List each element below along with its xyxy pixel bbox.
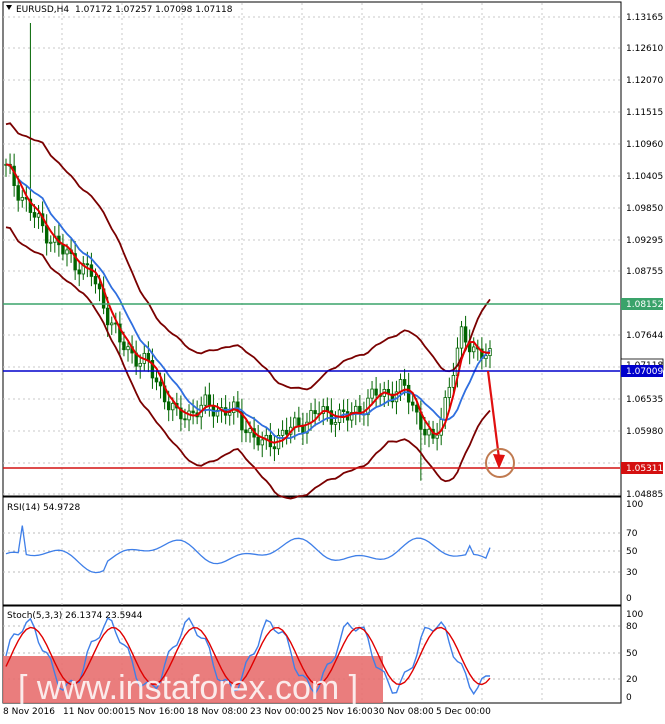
candle-body bbox=[16, 185, 20, 201]
candle-body bbox=[427, 428, 431, 436]
price-tick: 1.04885 bbox=[626, 490, 663, 500]
candle-body bbox=[451, 374, 456, 388]
time-label: 25 Nov 16:00 bbox=[312, 707, 373, 717]
candle-body bbox=[313, 410, 317, 415]
rsi-title: RSI(14) 54.9728 bbox=[7, 503, 80, 513]
price-tick: 1.11515 bbox=[626, 108, 663, 118]
candle-body bbox=[244, 429, 248, 434]
candle-body bbox=[110, 322, 114, 326]
price-tick: 1.07644 bbox=[626, 331, 663, 341]
candle-body bbox=[333, 422, 338, 425]
rsi-tick: 100 bbox=[626, 500, 643, 510]
candle-body bbox=[463, 326, 468, 343]
symbol-label: EURUSD,H4 bbox=[16, 5, 69, 15]
candle-body bbox=[398, 379, 403, 393]
rsi-tick: 0 bbox=[626, 594, 632, 604]
candle-body bbox=[65, 249, 69, 255]
price-tick: 1.09850 bbox=[626, 204, 663, 214]
resistance-price-label: 1.08152 bbox=[626, 300, 663, 310]
time-label: 18 Nov 08:00 bbox=[187, 707, 248, 717]
time-axis: 8 Nov 2016 11 Nov 00:00 15 Nov 16:00 18 … bbox=[3, 707, 491, 717]
candle-body bbox=[472, 346, 476, 353]
price-tick: 1.13165 bbox=[626, 13, 663, 23]
candle-body bbox=[77, 269, 81, 275]
candle-body bbox=[93, 276, 98, 285]
candle-body bbox=[370, 388, 374, 399]
pivot-price-label: 1.07009 bbox=[626, 367, 663, 377]
time-label: 5 Dec 00:00 bbox=[436, 707, 491, 717]
candle-body bbox=[85, 263, 90, 266]
candle-body bbox=[138, 362, 142, 367]
candle-body bbox=[203, 394, 207, 406]
chart-window: EURUSD,H4 1.07172 1.07257 1.07098 1.0711… bbox=[0, 0, 665, 720]
time-label: 23 Nov 00:00 bbox=[250, 707, 311, 717]
candle-body bbox=[459, 326, 464, 349]
price-tick: 1.10405 bbox=[626, 172, 663, 182]
candle-body bbox=[126, 346, 130, 351]
candle-body bbox=[154, 377, 159, 383]
time-label: 15 Nov 16:00 bbox=[124, 707, 185, 717]
candle-body bbox=[325, 406, 330, 412]
rsi-tick: 70 bbox=[626, 529, 638, 539]
candle-body bbox=[260, 439, 264, 446]
candle-body bbox=[272, 446, 277, 450]
candle-body bbox=[32, 212, 37, 218]
candle-body bbox=[207, 394, 212, 407]
stoch-tick: 80 bbox=[626, 622, 638, 632]
candle-body bbox=[232, 401, 236, 413]
time-label: 11 Nov 00:00 bbox=[63, 707, 124, 717]
candle-body bbox=[36, 213, 41, 218]
candle-body bbox=[341, 409, 346, 413]
candle-body bbox=[248, 428, 252, 434]
candle-body bbox=[374, 388, 378, 396]
stoch-tick: 100 bbox=[626, 610, 643, 620]
candle-body bbox=[309, 410, 313, 423]
candle-body bbox=[402, 379, 407, 386]
candle-body bbox=[49, 241, 53, 244]
candle-body bbox=[97, 283, 102, 290]
candle-body bbox=[44, 225, 49, 244]
price-tick: 1.12070 bbox=[626, 76, 663, 86]
candle-body bbox=[122, 341, 126, 351]
candle-body bbox=[20, 197, 24, 201]
candle-body bbox=[61, 244, 65, 255]
time-label: 8 Nov 2016 bbox=[3, 707, 55, 717]
candle-body bbox=[443, 397, 447, 420]
chart-canvas: EURUSD,H4 1.07172 1.07257 1.07098 1.0711… bbox=[0, 0, 665, 720]
candle-body bbox=[447, 386, 452, 398]
support-price-label: 1.05311 bbox=[626, 464, 663, 474]
candle-body bbox=[284, 429, 289, 435]
price-tick: 1.12610 bbox=[626, 44, 663, 54]
candle-body bbox=[297, 417, 301, 426]
candle-body bbox=[158, 381, 163, 387]
candle-body bbox=[166, 401, 171, 411]
stoch-tick: 0 bbox=[626, 693, 632, 703]
stoch-tick: 20 bbox=[626, 675, 638, 685]
stoch-title: Stoch(5,3,3) 26.1374 23.5944 bbox=[7, 611, 143, 621]
candle-body bbox=[256, 436, 260, 446]
price-tick: 1.05980 bbox=[626, 427, 663, 437]
time-label: 30 Nov 08:00 bbox=[373, 707, 434, 717]
price-tick: 1.09295 bbox=[626, 236, 663, 246]
rsi-tick: 30 bbox=[626, 568, 638, 578]
price-tick: 1.06535 bbox=[626, 395, 663, 405]
price-tick: 1.08755 bbox=[626, 267, 663, 277]
candle-body bbox=[171, 403, 175, 411]
candle-body bbox=[411, 401, 415, 406]
candle-body bbox=[280, 429, 285, 436]
price-tick: 1.10960 bbox=[626, 140, 663, 150]
candle-body bbox=[293, 417, 297, 428]
candle-body bbox=[183, 418, 187, 421]
stoch-tick: 50 bbox=[626, 649, 638, 659]
candle-body bbox=[227, 412, 232, 416]
candle-body bbox=[191, 410, 195, 414]
rsi-tick: 50 bbox=[626, 547, 638, 557]
candle-body bbox=[435, 434, 439, 439]
watermark-text: [ www.instaforex.com ] bbox=[18, 669, 358, 707]
ohlc-readout: 1.07172 1.07257 1.07098 1.07118 bbox=[75, 5, 233, 15]
candle-body bbox=[105, 307, 110, 326]
candle-body bbox=[423, 428, 427, 436]
